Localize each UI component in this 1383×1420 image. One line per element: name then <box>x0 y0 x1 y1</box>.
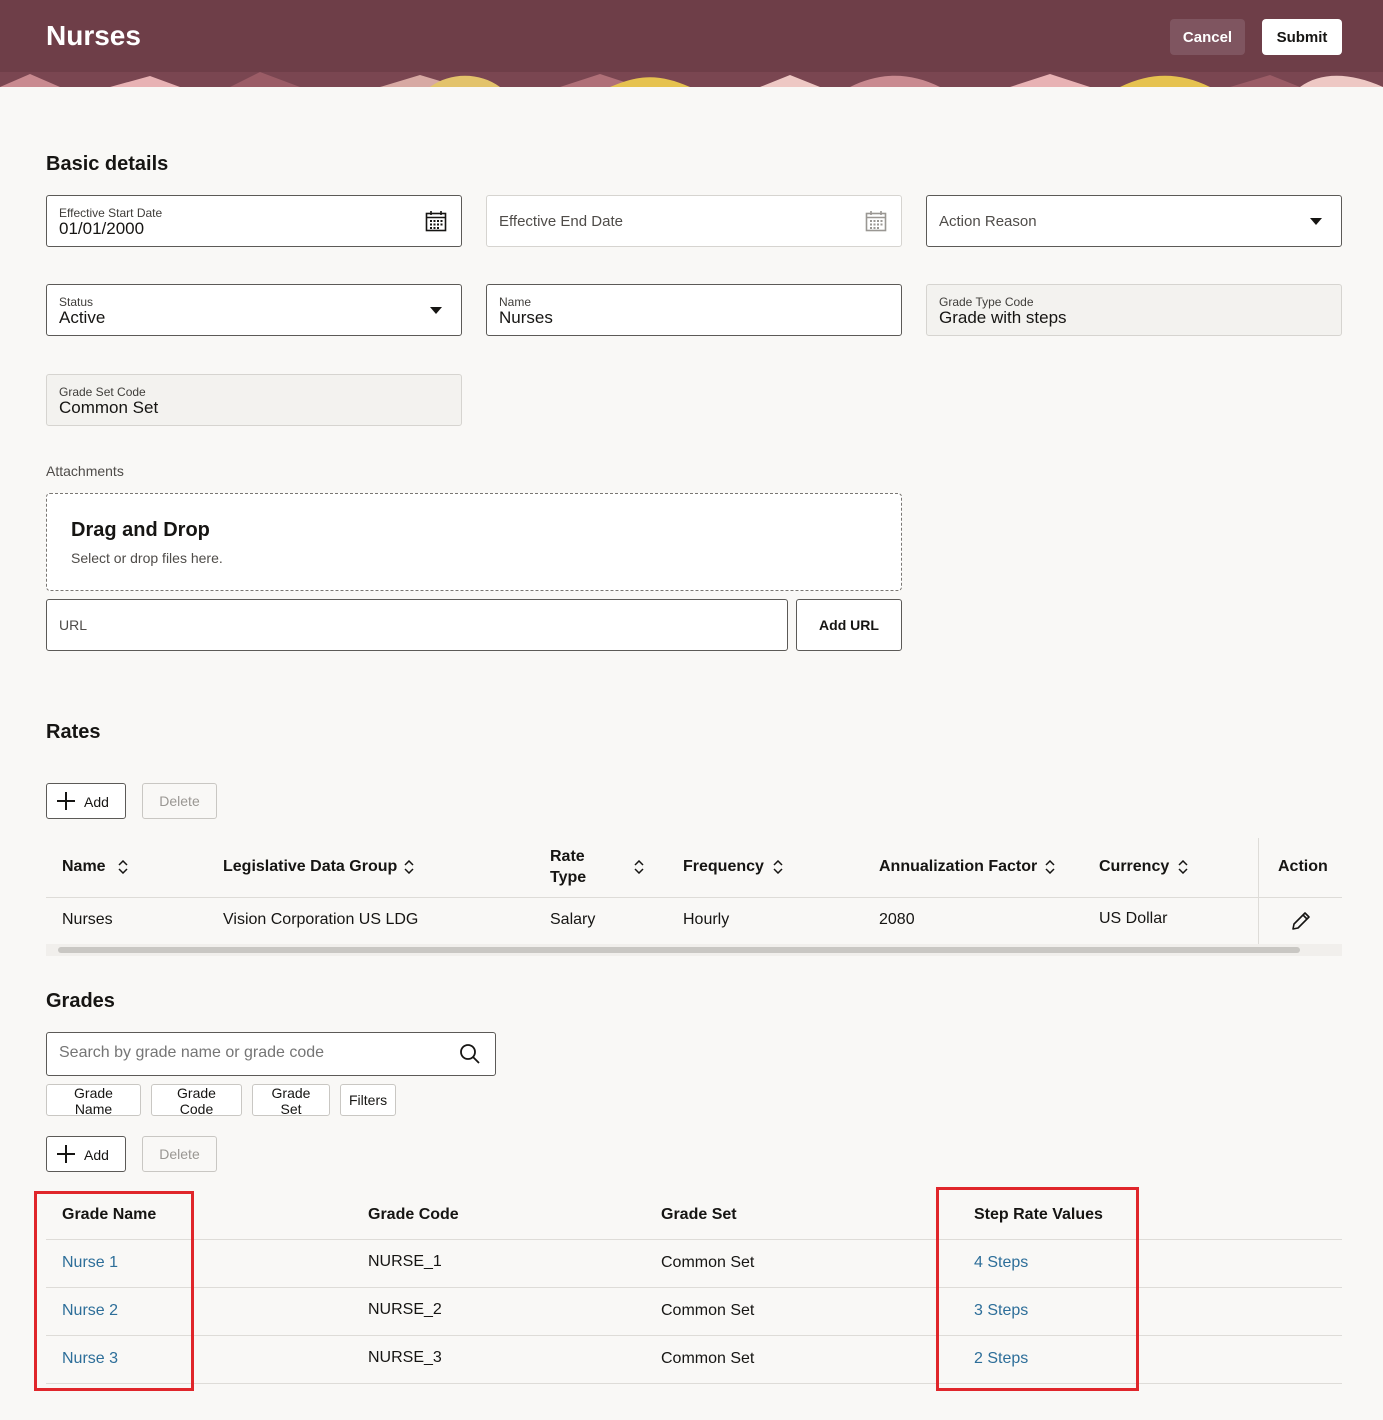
grades-title: Grades <box>46 990 115 1012</box>
grade-type-code-label: Grade Type Code <box>939 295 1034 309</box>
sort-icon[interactable] <box>118 860 128 874</box>
chevron-down-icon[interactable] <box>430 307 442 314</box>
basic-details-title: Basic details <box>46 153 169 175</box>
rate-frequency-cell: Hourly <box>683 911 730 928</box>
table-divider <box>46 897 1342 898</box>
row-divider <box>46 1335 1342 1336</box>
plus-icon <box>57 792 75 810</box>
grade-code-cell: NURSE_1 <box>368 1253 442 1270</box>
edit-pencil-icon[interactable] <box>1290 910 1312 932</box>
column-header-grade-set: Grade Set <box>661 1206 737 1223</box>
grade-type-code-value: Grade with steps <box>939 308 1067 327</box>
add-url-button[interactable]: Add URL <box>796 599 902 651</box>
grade-code-cell: NURSE_2 <box>368 1301 442 1318</box>
table-divider <box>46 1239 1342 1240</box>
calendar-icon[interactable] <box>425 210 447 232</box>
row-divider <box>46 1287 1342 1288</box>
grade-search-input[interactable] <box>59 1044 449 1062</box>
filter-chip-filters[interactable]: Filters <box>340 1084 396 1116</box>
delete-grade-button[interactable]: Delete <box>142 1136 217 1172</box>
column-header-annualization-factor[interactable]: Annualization Factor <box>879 858 1037 876</box>
grade-set-code-field: Grade Set Code Common Set <box>46 374 462 426</box>
row-divider <box>46 1383 1342 1384</box>
scrollbar-thumb[interactable] <box>58 947 1300 953</box>
sort-icon[interactable] <box>773 860 783 874</box>
header-decorative-pattern <box>0 72 1383 87</box>
rates-title: Rates <box>46 721 101 743</box>
url-placeholder: URL <box>59 617 88 633</box>
name-field[interactable]: Name Nurses <box>486 284 902 336</box>
filter-chip-grade-code[interactable]: Grade Code <box>151 1084 242 1117</box>
horizontal-scrollbar[interactable] <box>46 944 1342 956</box>
grade-set-code-label: Grade Set Code <box>59 385 146 399</box>
action-reason-select[interactable]: Action Reason <box>926 195 1342 247</box>
action-reason-placeholder: Action Reason <box>939 213 1037 230</box>
attachments-label: Attachments <box>46 463 124 479</box>
status-value: Active <box>59 308 106 327</box>
column-header-type[interactable]: Type <box>550 869 586 887</box>
effective-start-date-value: 01/01/2000 <box>59 219 145 238</box>
effective-end-date-placeholder: Effective End Date <box>499 213 623 230</box>
column-header-frequency[interactable]: Frequency <box>683 858 764 876</box>
grade-search-field[interactable] <box>46 1032 496 1076</box>
rate-annualization-cell: 2080 <box>879 911 915 928</box>
rate-currency-cell: US Dollar <box>1099 910 1168 927</box>
column-header-currency[interactable]: Currency <box>1099 858 1169 876</box>
grade-set-cell: Common Set <box>661 1302 755 1319</box>
cancel-button[interactable]: Cancel <box>1170 19 1245 55</box>
effective-end-date-field[interactable]: Effective End Date <box>486 195 902 247</box>
grade-set-cell: Common Set <box>661 1254 755 1271</box>
dropzone-subtitle: Select or drop files here. <box>71 550 223 566</box>
column-header-action: Action <box>1278 858 1328 875</box>
grade-set-code-value: Common Set <box>59 398 159 417</box>
page-header: Nurses Cancel Submit <box>0 0 1383 87</box>
column-header-rate[interactable]: Rate <box>550 848 585 866</box>
action-column-divider <box>1258 838 1259 944</box>
chevron-down-icon[interactable] <box>1310 218 1322 225</box>
plus-icon <box>57 1145 75 1163</box>
column-header-legislative-data-group[interactable]: Legislative Data Group <box>223 858 397 876</box>
sort-icon[interactable] <box>1178 860 1188 874</box>
sort-icon[interactable] <box>1045 860 1055 874</box>
effective-start-date-field[interactable]: Effective Start Date 01/01/2000 <box>46 195 462 247</box>
name-value: Nurses <box>499 308 553 327</box>
highlight-box-step-rate-values <box>936 1187 1139 1391</box>
search-icon[interactable] <box>459 1043 481 1065</box>
grade-type-code-field: Grade Type Code Grade with steps <box>926 284 1342 336</box>
rate-name-cell: Nurses <box>62 911 113 928</box>
dropzone-title: Drag and Drop <box>71 519 210 541</box>
calendar-icon[interactable] <box>865 210 887 232</box>
effective-start-date-label: Effective Start Date <box>59 206 163 220</box>
sort-icon[interactable] <box>404 860 414 874</box>
highlight-box-grade-name <box>34 1191 194 1391</box>
url-input[interactable]: URL <box>46 599 788 651</box>
page-title: Nurses <box>46 20 141 51</box>
submit-button[interactable]: Submit <box>1262 19 1342 55</box>
sort-icon[interactable] <box>634 860 644 874</box>
add-rate-label: Add <box>84 794 109 810</box>
name-label: Name <box>499 295 532 309</box>
add-rate-button[interactable]: Add <box>46 783 126 819</box>
rate-type-cell: Salary <box>550 911 596 928</box>
grade-code-cell: NURSE_3 <box>368 1349 442 1366</box>
delete-rate-button[interactable]: Delete <box>142 783 217 819</box>
file-dropzone[interactable]: Drag and Drop Select or drop files here. <box>46 493 902 591</box>
filter-chip-grade-set[interactable]: Grade Set <box>252 1084 330 1117</box>
column-header-name[interactable]: Name <box>62 858 106 876</box>
filter-chip-grade-name[interactable]: Grade Name <box>46 1084 141 1117</box>
column-header-grade-code: Grade Code <box>368 1206 459 1223</box>
grade-set-cell: Common Set <box>661 1350 755 1367</box>
status-label: Status <box>59 295 94 309</box>
add-grade-label: Add <box>84 1147 109 1163</box>
add-grade-button[interactable]: Add <box>46 1136 126 1172</box>
status-select[interactable]: Status Active <box>46 284 462 336</box>
rate-ldg-cell: Vision Corporation US LDG <box>223 911 419 928</box>
